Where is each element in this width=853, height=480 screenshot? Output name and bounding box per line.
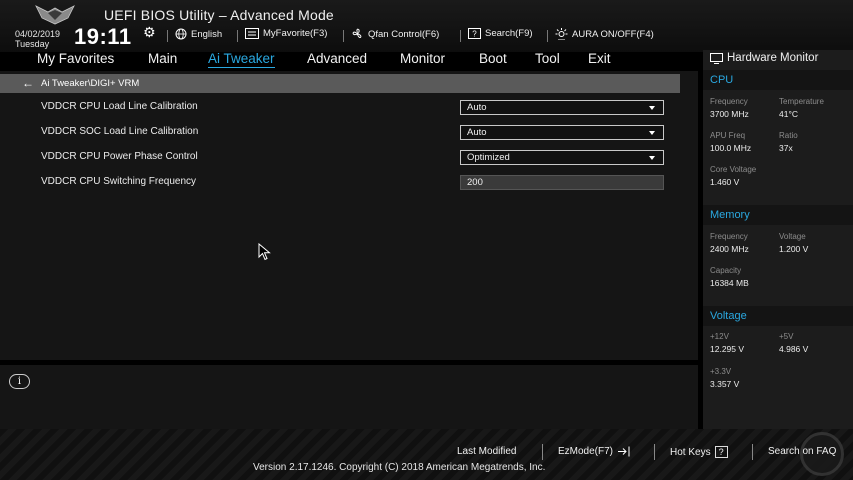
cpu-temperature-value: 41°C: [779, 109, 798, 119]
core-voltage-value: 1.460 V: [710, 177, 740, 187]
setting-label-cpu-llc[interactable]: VDDCR CPU Load Line Calibration: [41, 101, 198, 112]
v12-value: 12.295 V: [710, 344, 745, 354]
search-faq-label: Search on FAQ: [768, 446, 837, 457]
last-modified-label: Last Modified: [457, 446, 517, 457]
header-separator: [460, 30, 461, 42]
header-separator: [343, 30, 344, 42]
last-modified-button[interactable]: Last Modified: [457, 446, 516, 457]
tab-boot[interactable]: Boot: [479, 51, 507, 66]
globe-icon: [175, 28, 187, 40]
cpu-temperature-label: Temperature: [779, 97, 824, 106]
footer-separator: [752, 444, 753, 460]
cpu-llc-value: Auto: [467, 102, 487, 113]
memory-heading: Memory: [710, 209, 750, 221]
hardware-monitor-label: Hardware Monitor: [727, 52, 819, 64]
v5-label: +5V: [779, 332, 794, 341]
help-panel: [0, 365, 698, 429]
tab-monitor[interactable]: Monitor: [400, 51, 445, 66]
hot-keys-label: Hot Keys: [670, 446, 711, 458]
chevron-down-icon: [649, 106, 655, 110]
info-icon: i: [9, 374, 30, 389]
v33-value: 3.357 V: [710, 379, 740, 389]
ezmode-label: EzMode(F7): [558, 446, 614, 457]
memory-capacity-label: Capacity: [710, 266, 742, 275]
ratio-label: Ratio: [779, 131, 798, 140]
search-icon: ?: [468, 28, 481, 39]
setting-label-power-phase[interactable]: VDDCR CPU Power Phase Control: [41, 151, 198, 162]
apu-freq-value: 100.0 MHz: [710, 143, 752, 153]
soc-llc-dropdown[interactable]: Auto: [460, 125, 664, 140]
v33-label: +3.3V: [710, 367, 732, 376]
memory-frequency-value: 2400 MHz: [710, 244, 749, 254]
hot-keys-help-icon: ?: [714, 446, 728, 458]
ezmode-button[interactable]: EzMode(F7): [558, 446, 631, 457]
chevron-down-icon: [649, 131, 655, 135]
chevron-down-icon: [649, 156, 655, 160]
hot-keys-button[interactable]: Hot Keys ?: [670, 446, 728, 458]
header-separator: [237, 30, 238, 42]
footer-separator: [654, 444, 655, 460]
mouse-cursor-icon: [258, 243, 271, 261]
switching-freq-input[interactable]: 200: [460, 175, 664, 190]
gear-icon[interactable]: ⚙: [143, 24, 156, 41]
day-text: Tuesday: [15, 39, 50, 49]
ratio-value: 37x: [779, 143, 793, 153]
language-button[interactable]: English: [175, 28, 222, 40]
setting-label-soc-llc[interactable]: VDDCR SOC Load Line Calibration: [41, 126, 198, 137]
cpu-frequency-label: Frequency: [710, 97, 748, 106]
version-text: Version 2.17.1246. Copyright (C) 2018 Am…: [253, 462, 546, 473]
power-phase-value: Optimized: [467, 152, 510, 163]
tab-tool[interactable]: Tool: [535, 51, 560, 66]
header-separator: [167, 30, 168, 42]
apu-freq-label: APU Freq: [710, 131, 746, 140]
qfan-label: Qfan Control(F6): [368, 28, 440, 40]
tab-my-favorites[interactable]: My Favorites: [37, 51, 114, 66]
favorite-list-icon: [245, 28, 259, 39]
monitor-icon: [710, 52, 723, 64]
tuf-logo: [35, 5, 75, 25]
date-text: 04/02/2019: [15, 29, 61, 39]
back-arrow-icon[interactable]: ←: [22, 76, 34, 90]
fan-icon: [352, 28, 362, 38]
myfavorite-button[interactable]: MyFavorite(F3): [245, 28, 327, 39]
memory-frequency-label: Frequency: [710, 232, 748, 241]
soc-llc-value: Auto: [467, 127, 487, 138]
memory-voltage-label: Voltage: [779, 232, 806, 241]
search-button[interactable]: ? Search(F9): [468, 28, 533, 39]
memory-voltage-value: 1.200 V: [779, 244, 809, 254]
aura-toggle-button[interactable]: AURA ON/OFF(F4): [555, 28, 654, 40]
search-label: Search(F9): [485, 28, 533, 39]
tab-advanced[interactable]: Advanced: [307, 51, 367, 66]
cpu-heading: CPU: [710, 74, 734, 86]
tab-main[interactable]: Main: [148, 51, 177, 66]
core-voltage-label: Core Voltage: [710, 165, 757, 174]
time-display: 19:11: [74, 24, 132, 49]
cpu-llc-dropdown[interactable]: Auto: [460, 100, 664, 115]
hardware-monitor-title: Hardware Monitor: [710, 52, 818, 64]
footer-separator: [542, 444, 543, 460]
v5-value: 4.986 V: [779, 344, 809, 354]
myfavorite-label: MyFavorite(F3): [263, 28, 328, 39]
qfan-control-button[interactable]: Qfan Control(F6): [351, 28, 439, 40]
tab-exit[interactable]: Exit: [588, 51, 611, 66]
voltage-heading: Voltage: [710, 310, 747, 322]
exit-to-ezmode-icon: [618, 446, 630, 457]
aura-label: AURA ON/OFF(F4): [572, 28, 654, 40]
setting-label-switching-freq[interactable]: VDDCR CPU Switching Frequency: [41, 176, 196, 187]
search-faq-button[interactable]: Search on FAQ: [768, 446, 836, 457]
aura-icon: [555, 28, 568, 40]
date-display: 04/02/2019 Tuesday: [15, 29, 60, 49]
memory-capacity-value: 16384 MB: [710, 278, 749, 288]
cpu-frequency-value: 3700 MHz: [710, 109, 749, 119]
v12-label: +12V: [710, 332, 729, 341]
power-phase-dropdown[interactable]: Optimized: [460, 150, 664, 165]
svg-text:?: ?: [472, 30, 477, 39]
breadcrumb-path: Ai Tweaker\DIGI+ VRM: [41, 78, 140, 89]
tab-ai-tweaker[interactable]: Ai Tweaker: [208, 51, 275, 68]
header-separator: [547, 30, 548, 42]
app-title: UEFI BIOS Utility – Advanced Mode: [104, 7, 334, 23]
language-label: English: [191, 28, 223, 40]
